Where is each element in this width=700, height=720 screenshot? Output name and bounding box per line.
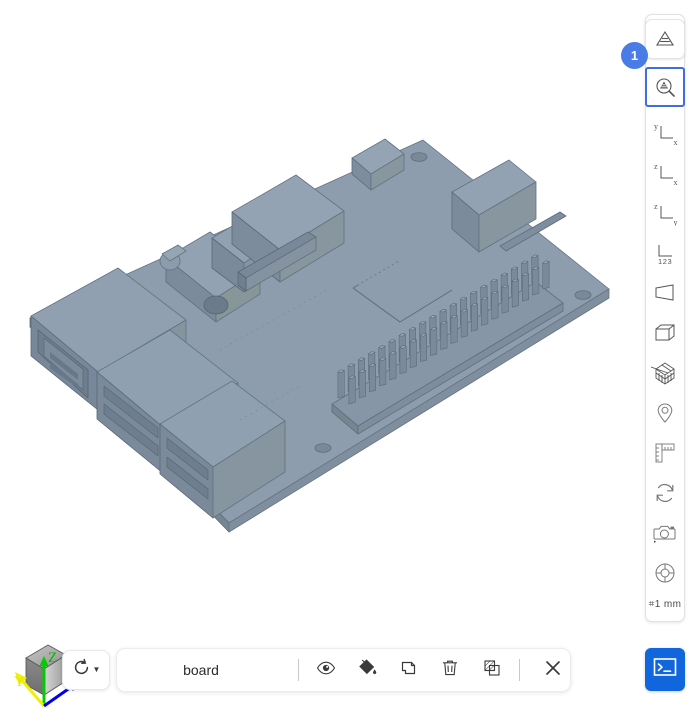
grid-cube-icon (651, 360, 679, 386)
pin-icon-button[interactable] (645, 393, 685, 433)
close-button[interactable] (537, 650, 570, 690)
transparency-button[interactable] (475, 650, 508, 690)
gasket-icon (652, 560, 678, 586)
delete-button[interactable] (434, 650, 467, 690)
reload-icon (72, 658, 91, 682)
section-plane-icon-button[interactable] (645, 19, 685, 59)
object-name-label: board (183, 662, 219, 678)
perspective-icon (652, 282, 678, 304)
gasket-icon-button[interactable] (645, 553, 685, 593)
close-icon (542, 657, 564, 684)
refresh-icon (652, 480, 678, 506)
box-icon (652, 321, 678, 345)
camera-icon (651, 521, 679, 545)
scale-label: ⌗1 mm (648, 599, 682, 610)
axis-zx-icon-button[interactable]: z x (645, 153, 685, 193)
terminal-button[interactable] (645, 648, 685, 691)
zoom-section-icon-button[interactable] (645, 67, 685, 107)
duplicate-button[interactable] (392, 650, 425, 690)
svg-text:z: z (654, 162, 658, 171)
copy-icon (398, 657, 420, 684)
grid-cube-icon-button[interactable] (645, 353, 685, 393)
zoom-section-icon (653, 75, 677, 99)
bar-separator-left (297, 659, 299, 681)
svg-text:x: x (674, 138, 678, 146)
reload-button[interactable]: ▼ (62, 650, 110, 690)
chevron-down-icon: ▼ (92, 665, 101, 674)
visibility-toggle-button[interactable] (309, 650, 342, 690)
cad-viewer-app: y x z x z y 123 ⌗1 mm 1 Z Y ▼ board (0, 0, 700, 720)
board-3d-model (29, 138, 610, 533)
axis-zy-icon: z y (651, 200, 679, 226)
tool-step-badge: 1 (621, 42, 648, 69)
paint-bucket-icon (356, 657, 378, 684)
z-axis-label: Z (48, 650, 57, 666)
axis-yx-icon: y x (651, 120, 679, 146)
box-icon-button[interactable] (645, 313, 685, 353)
svg-text:123: 123 (658, 257, 672, 266)
svg-text:x: x (674, 178, 678, 186)
axis-numbers-icon: 123 (651, 240, 679, 266)
camera-icon-button[interactable] (645, 513, 685, 553)
perspective-icon-button[interactable] (645, 273, 685, 313)
axis-numbers-icon-button[interactable]: 123 (645, 233, 685, 273)
svg-text:y: y (654, 122, 658, 131)
refresh-icon-button[interactable] (645, 473, 685, 513)
axis-yx-icon-button[interactable]: y x (645, 113, 685, 153)
transparency-icon (481, 657, 503, 684)
section-plane-icon (653, 27, 677, 51)
ruler-icon-button[interactable] (645, 433, 685, 473)
axis-zx-icon: z x (651, 160, 679, 186)
view-tools-toolbar: y x z x z y 123 ⌗1 mm (645, 14, 685, 622)
terminal-icon (652, 656, 678, 683)
trash-icon (439, 657, 461, 684)
appearance-button[interactable] (351, 650, 384, 690)
ruler-icon (652, 440, 678, 466)
eye-icon (315, 657, 337, 684)
svg-text:z: z (654, 202, 658, 211)
bar-separator-right (518, 659, 520, 681)
svg-text:y: y (674, 218, 678, 226)
axis-zy-icon-button[interactable]: z y (645, 193, 685, 233)
pin-icon (653, 400, 677, 426)
3d-viewport[interactable] (0, 0, 700, 720)
object-action-bar: board (116, 648, 571, 692)
y-axis-label: Y (14, 674, 25, 690)
